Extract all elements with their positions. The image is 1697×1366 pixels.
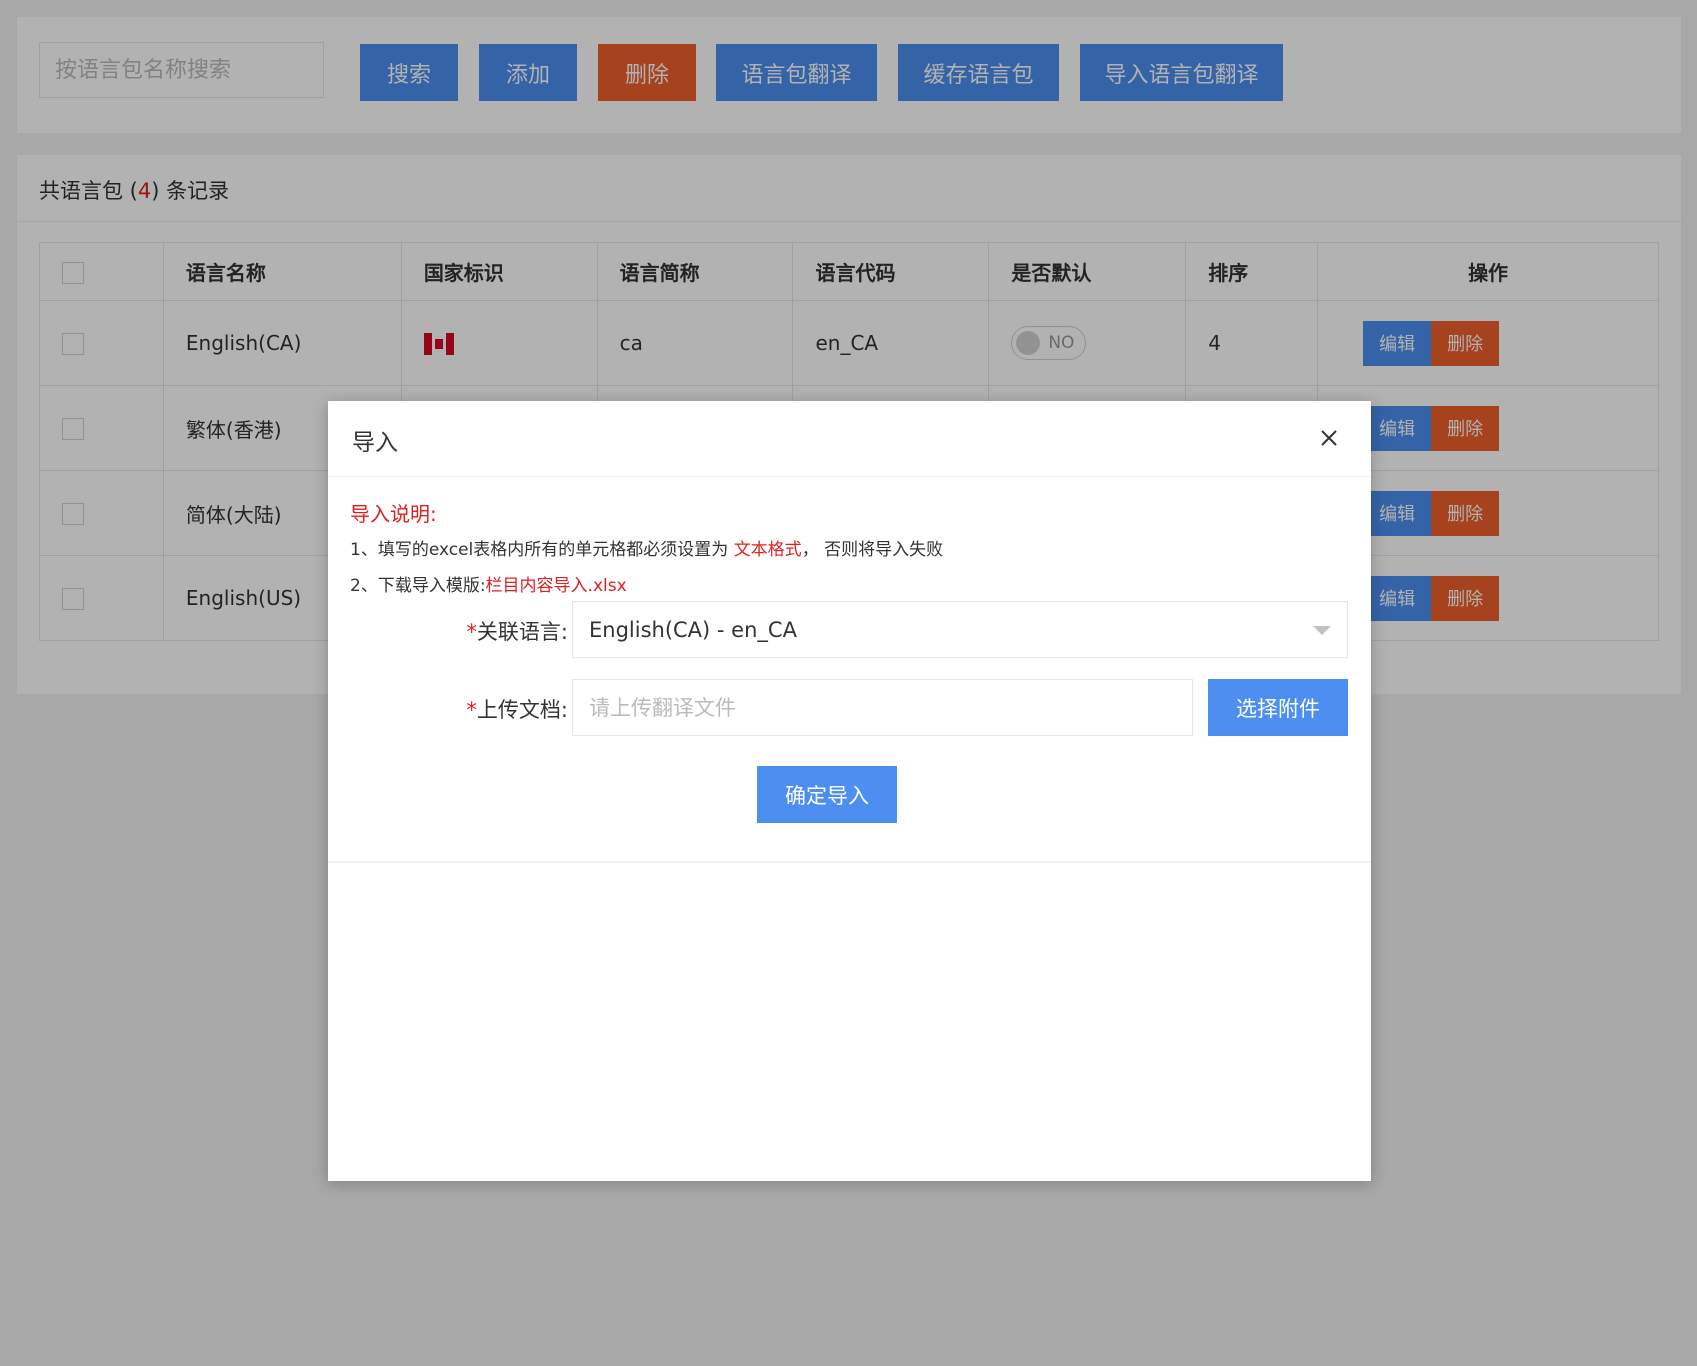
- import-note-2: 2、下载导入模版:栏目内容导入.xlsx: [350, 571, 627, 596]
- import-note-1: 1、填写的excel表格内所有的单元格都必须设置为 文本格式， 否则将导入失败: [350, 535, 943, 560]
- template-download-link[interactable]: 栏目内容导入.xlsx: [486, 576, 627, 596]
- modal-header: 导入: [328, 401, 1371, 477]
- choose-attachment-button[interactable]: 选择附件: [1208, 679, 1348, 736]
- note1-highlight: 文本格式: [733, 540, 802, 560]
- language-label-text: 关联语言:: [476, 620, 568, 644]
- upload-file-input[interactable]: [572, 679, 1193, 736]
- note1-text: 1、填写的excel表格内所有的单元格都必须设置为: [350, 540, 729, 560]
- modal-title: 导入: [352, 430, 398, 456]
- upload-field-label: *上传文档:: [428, 694, 568, 724]
- close-icon[interactable]: [1317, 426, 1341, 450]
- modal-divider: [328, 861, 1371, 863]
- note2-text: 2、下载导入模版:: [350, 576, 486, 596]
- upload-label-text: 上传文档:: [476, 698, 568, 722]
- confirm-import-button[interactable]: 确定导入: [757, 766, 897, 823]
- chevron-down-icon: [1313, 626, 1331, 635]
- language-select[interactable]: English(CA) - en_CA: [572, 601, 1348, 658]
- language-field-label: *关联语言:: [428, 616, 568, 646]
- note1-suffix: ， 否则将导入失败: [801, 540, 944, 560]
- import-modal: 导入 导入说明: 1、填写的excel表格内所有的单元格都必须设置为 文本格式，…: [328, 401, 1371, 1181]
- required-mark: *: [466, 620, 477, 644]
- language-select-value: English(CA) - en_CA: [589, 617, 797, 642]
- import-note-title: 导入说明:: [350, 502, 437, 526]
- required-mark: *: [466, 698, 477, 722]
